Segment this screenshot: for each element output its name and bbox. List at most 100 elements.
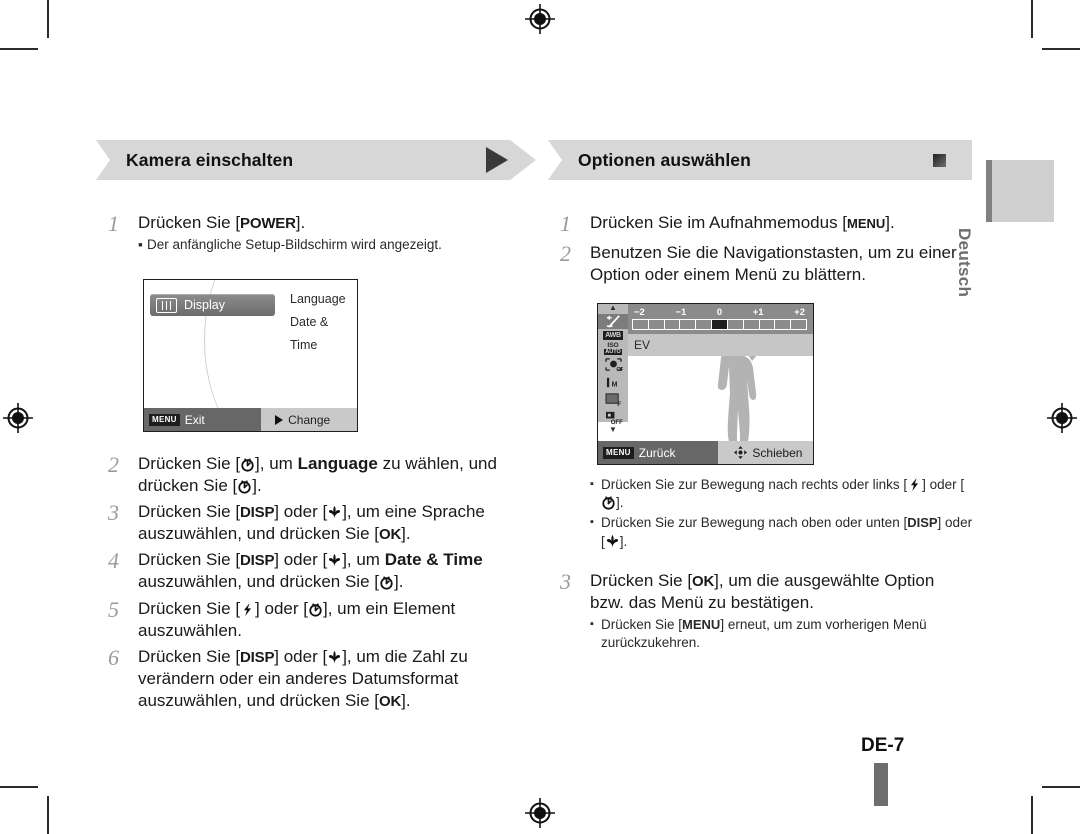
ev-segment[interactable] xyxy=(760,320,776,329)
registration-mark-top xyxy=(525,4,555,34)
chevron-down-icon[interactable]: ▼ xyxy=(609,425,617,433)
step-body: Benutzen Sie die Navigationstasten, um z… xyxy=(590,240,972,286)
iso-icon[interactable]: ISO AUTO xyxy=(602,342,624,355)
step-text: ]. xyxy=(619,533,628,549)
crop-mark-top-left-vertical xyxy=(47,0,49,38)
step-text: ]. xyxy=(616,495,624,511)
exit-label: Exit xyxy=(184,412,205,427)
bullet-text: Drücken Sie zur Bewegung nach rechts ode… xyxy=(601,476,975,512)
step-text: ]. xyxy=(401,524,411,544)
frame-guide-off-icon[interactable]: OFF xyxy=(602,410,624,425)
step-text: ], um xyxy=(255,454,298,473)
square-marker-icon xyxy=(933,153,946,167)
language-tab-label: Deutsch xyxy=(955,228,974,298)
quality-icon[interactable]: F xyxy=(602,392,624,407)
instruction-step: 5 Drücken Sie [] oder [], um ein Element … xyxy=(108,596,528,642)
ev-option-row[interactable]: EV xyxy=(628,334,813,356)
ev-segment[interactable] xyxy=(680,320,697,329)
macro-icon xyxy=(329,506,341,520)
svg-text:OFF: OFF xyxy=(610,419,622,425)
bullet-text: Der anfängliche Setup-Bildschirm wird an… xyxy=(147,237,442,253)
face-detect-off-icon[interactable]: OFF xyxy=(602,357,624,372)
step-text: Drücken Sie [ xyxy=(138,550,241,570)
ev-indicator[interactable] xyxy=(712,320,728,329)
key-label: OK xyxy=(379,526,402,544)
step-number: 2 xyxy=(108,452,119,477)
ev-icon[interactable] xyxy=(598,313,628,329)
back-action[interactable]: MENU Zurück xyxy=(598,441,719,464)
step-body: Drücken Sie [], um Language zu wählen, u… xyxy=(138,451,528,497)
section-header-left: Kamera einschalten xyxy=(96,140,536,180)
ev-segment[interactable] xyxy=(696,320,713,329)
step-text: ] oder [ xyxy=(255,598,308,618)
display-icon xyxy=(156,297,177,313)
change-action[interactable]: Change xyxy=(261,408,357,431)
ev-scale[interactable]: −2 −1 0 +1 +2 xyxy=(632,307,807,330)
right-steps-bottom: 3 Drücken Sie [OK], um die ausgewählte Op… xyxy=(560,568,972,653)
instruction-step: 3 Drücken Sie [DISP] oder [], um eine Spr… xyxy=(108,499,528,545)
key-label: MENU xyxy=(847,216,886,231)
ev-segment[interactable] xyxy=(775,320,792,329)
step-number: 1 xyxy=(108,211,119,236)
step-text: Drücken Sie [ xyxy=(138,213,241,232)
ev-option-label: EV xyxy=(634,338,651,352)
ev-segment[interactable] xyxy=(649,320,665,329)
ev-tick-label: −2 xyxy=(634,307,645,318)
step-text: Drücken Sie zur Bewegung nach rechts ode… xyxy=(601,477,908,492)
ev-segment[interactable] xyxy=(728,320,744,329)
section-title-right: Optionen auswählen xyxy=(578,149,751,170)
step-text: ] oder [ xyxy=(274,646,328,666)
step-text: ]. xyxy=(394,572,404,592)
manual-page: Kamera einschalten Optionen auswählen 1D… xyxy=(0,0,1080,834)
right-steps-top: 1 Drücken Sie im Aufnahmemodus [MENU]. 2 Be… xyxy=(560,210,972,288)
page-number: DE-7 xyxy=(861,735,905,756)
timer-icon xyxy=(309,603,322,617)
step-text: ]. xyxy=(885,213,895,232)
ev-segment[interactable] xyxy=(791,320,806,329)
timer-icon xyxy=(238,480,251,494)
step-text: Drücken Sie [ xyxy=(138,454,241,473)
key-label: DISP xyxy=(240,552,275,570)
registration-mark-right xyxy=(1047,403,1077,433)
step-body: Drücken Sie [DISP] oder [], um eine Spra… xyxy=(138,499,528,545)
menu-category-display[interactable]: Display xyxy=(150,294,275,316)
menu-option-date-time[interactable]: Date & Time xyxy=(290,311,357,357)
ev-tick-label: +1 xyxy=(752,307,764,318)
instruction-step: 1 Drücken Sie im Aufnahmemodus [MENU]. xyxy=(560,210,972,238)
step-body: Drücken Sie [] oder [], um ein Element a… xyxy=(138,596,528,642)
back-label: Zurück xyxy=(638,445,676,460)
chevron-up-icon[interactable]: ▲ xyxy=(609,304,617,312)
step3-notes: ▪ Drücken Sie [MENU] erneut, um zum vorhe… xyxy=(590,616,972,652)
note-bullet: ▪ Drücken Sie zur Bewegung nach rechts od… xyxy=(590,476,975,512)
key-label: MENU xyxy=(682,617,721,633)
move-action[interactable]: Schieben xyxy=(718,441,813,464)
ev-scale-bar xyxy=(632,319,807,330)
page-number-bar xyxy=(874,763,888,806)
image-size-icon[interactable]: M xyxy=(602,375,624,390)
ev-segment[interactable] xyxy=(744,320,760,329)
flash-icon xyxy=(243,602,252,616)
step-text: Drücken Sie [ xyxy=(138,646,241,666)
bullet-dot: ▪ xyxy=(138,237,143,253)
move-label: Schieben xyxy=(752,445,803,460)
crop-mark-bottom-left-horizontal xyxy=(0,786,38,788)
play-triangle-icon xyxy=(275,414,284,425)
step-text: ]. xyxy=(401,690,411,710)
white-balance-icon[interactable]: AWB xyxy=(602,331,624,340)
step-text: ], um xyxy=(342,550,385,570)
ev-scale-labels: −2 −1 0 +1 +2 xyxy=(632,307,807,318)
step-number: 6 xyxy=(108,644,119,670)
menu-option-language[interactable]: Language xyxy=(290,288,357,311)
step-body: Drücken Sie [POWER]. xyxy=(138,210,528,234)
note-bullet: ▪ Drücken Sie zur Bewegung nach oben oder… xyxy=(590,514,975,550)
crop-mark-bottom-left-vertical xyxy=(47,796,49,834)
ev-segment[interactable] xyxy=(665,320,681,329)
step-text: ]. xyxy=(295,213,306,232)
key-label: DISP xyxy=(907,515,938,531)
step-number: 2 xyxy=(560,240,571,266)
exit-action[interactable]: MENU Exit xyxy=(144,408,262,431)
ev-segment[interactable] xyxy=(633,320,649,329)
svg-text:M: M xyxy=(611,381,617,388)
section-header-right: Optionen auswählen xyxy=(548,140,972,180)
step-text: ] oder [ xyxy=(922,477,965,492)
